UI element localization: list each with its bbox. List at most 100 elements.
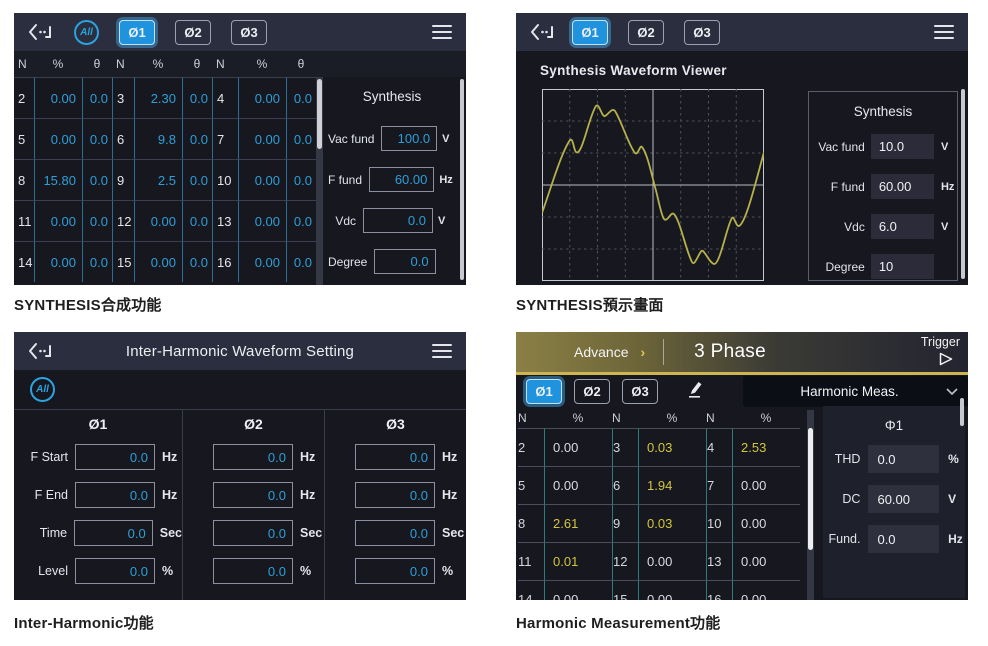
f-end-input[interactable]: 0.0 bbox=[213, 482, 293, 508]
measurement-mode-dropdown[interactable]: Harmonic Meas. bbox=[743, 376, 968, 407]
menu-button[interactable] bbox=[934, 21, 954, 43]
panel3-header-bar bbox=[14, 332, 466, 370]
cell: 3 bbox=[612, 428, 638, 466]
cell[interactable]: 0.0 bbox=[182, 118, 212, 159]
f-fund-input[interactable]: 60.00 bbox=[369, 167, 434, 192]
f-start-input[interactable]: 0.0 bbox=[355, 444, 435, 470]
table-scrollbar[interactable] bbox=[316, 77, 323, 285]
inter-harmonic-panel: Inter-Harmonic Waveform Setting All Ø1 F… bbox=[14, 332, 466, 600]
table-row: 50.000.0 69.80.0 70.000.0 bbox=[14, 118, 316, 159]
cell[interactable]: 0.00 bbox=[134, 200, 182, 241]
time-input[interactable]: 0.0 bbox=[74, 520, 153, 546]
tab-phase-1[interactable]: Ø1 bbox=[119, 20, 155, 45]
level-input[interactable]: 0.0 bbox=[355, 558, 435, 584]
cell[interactable]: 0.00 bbox=[34, 77, 82, 118]
field-row: THD 0.0 % bbox=[823, 445, 965, 473]
cell[interactable]: 0.0 bbox=[82, 77, 112, 118]
vdc-input[interactable]: 6.0 bbox=[871, 214, 934, 239]
time-input[interactable]: 0.0 bbox=[355, 520, 435, 546]
f-fund-input[interactable]: 60.00 bbox=[871, 174, 934, 199]
field-label: Level bbox=[18, 564, 68, 578]
cell[interactable]: 0.00 bbox=[238, 200, 286, 241]
cell[interactable]: 0.0 bbox=[286, 241, 316, 282]
synthesis-preview-panel: Ø1 Ø2 Ø3 Synthesis Waveform Viewer bbox=[516, 13, 968, 285]
f-end-input[interactable]: 0.0 bbox=[75, 482, 155, 508]
tab-phase-1[interactable]: Ø1 bbox=[572, 20, 608, 45]
all-phases-button[interactable]: All bbox=[74, 20, 99, 45]
cell[interactable]: 0.0 bbox=[182, 241, 212, 282]
scrollbar-thumb[interactable] bbox=[808, 428, 813, 550]
tab-phase-3[interactable]: Ø3 bbox=[231, 20, 267, 45]
cell[interactable]: 2.30 bbox=[134, 77, 182, 118]
f-start-input[interactable]: 0.0 bbox=[75, 444, 155, 470]
tab-phase-1[interactable]: Ø1 bbox=[526, 379, 562, 404]
vac-fund-input[interactable]: 10.0 bbox=[871, 134, 934, 159]
cell[interactable]: 0.00 bbox=[238, 241, 286, 282]
cell[interactable]: 0.0 bbox=[286, 159, 316, 200]
tab-phase-2[interactable]: Ø2 bbox=[574, 379, 610, 404]
cell: 2 bbox=[14, 77, 34, 118]
menu-button[interactable] bbox=[432, 340, 452, 362]
cell[interactable]: 0.0 bbox=[286, 77, 316, 118]
f-start-input[interactable]: 0.0 bbox=[213, 444, 293, 470]
cell[interactable]: 9.8 bbox=[134, 118, 182, 159]
table-scrollbar[interactable] bbox=[807, 410, 814, 600]
cell[interactable]: 0.0 bbox=[82, 118, 112, 159]
cell[interactable]: 2.5 bbox=[134, 159, 182, 200]
field-unit: Hz bbox=[442, 450, 457, 464]
cell[interactable]: 0.0 bbox=[82, 159, 112, 200]
tab-phase-3[interactable]: Ø3 bbox=[622, 379, 658, 404]
cell: 0.01 bbox=[544, 542, 612, 580]
field-label: Vac fund bbox=[815, 140, 865, 154]
cell[interactable]: 0.00 bbox=[238, 77, 286, 118]
cell: 1.94 bbox=[638, 466, 706, 504]
back-button[interactable] bbox=[28, 342, 52, 360]
trigger-play-button[interactable] bbox=[938, 352, 954, 371]
cell[interactable]: 0.00 bbox=[34, 118, 82, 159]
cell[interactable]: 0.00 bbox=[238, 159, 286, 200]
all-phases-button[interactable]: All bbox=[30, 377, 55, 402]
tab-phase-3[interactable]: Ø3 bbox=[684, 20, 720, 45]
back-button[interactable] bbox=[530, 23, 554, 41]
field-unit: V bbox=[948, 492, 965, 506]
menu-button[interactable] bbox=[432, 21, 452, 43]
f-end-input[interactable]: 0.0 bbox=[355, 482, 435, 508]
field-row: Degree 0.0 bbox=[328, 249, 456, 274]
degree-input[interactable]: 0.0 bbox=[374, 249, 435, 274]
side-scrollbar[interactable] bbox=[960, 398, 964, 426]
caption-harmonic-measurement: Harmonic Measurement功能 bbox=[516, 612, 720, 633]
advance-button[interactable]: Advance bbox=[574, 344, 628, 360]
harmonic-measurement-panel: Advance › 3 Phase Trigger Ø1 Ø2 Ø3 bbox=[516, 332, 968, 600]
side-scrollbar[interactable] bbox=[961, 89, 965, 279]
cell[interactable]: 15.80 bbox=[34, 159, 82, 200]
cell[interactable]: 0.0 bbox=[82, 200, 112, 241]
degree-input[interactable]: 10 bbox=[871, 254, 934, 279]
cell[interactable]: 0.00 bbox=[34, 200, 82, 241]
cell: 9 bbox=[112, 159, 134, 200]
cell[interactable]: 0.0 bbox=[82, 241, 112, 282]
scrollbar-thumb[interactable] bbox=[317, 79, 322, 149]
level-input[interactable]: 0.0 bbox=[213, 558, 293, 584]
field-label: Degree bbox=[328, 255, 367, 269]
vac-fund-input[interactable]: 100.0 bbox=[381, 126, 437, 151]
cell[interactable]: 0.00 bbox=[34, 241, 82, 282]
cell[interactable]: 0.0 bbox=[182, 200, 212, 241]
measurement-table: 20.00 30.03 42.53 50.00 61.94 70.00 82.6… bbox=[518, 428, 806, 600]
vdc-input[interactable]: 0.0 bbox=[363, 208, 433, 233]
cell[interactable]: 0.0 bbox=[182, 159, 212, 200]
tab-phase-2[interactable]: Ø2 bbox=[175, 20, 211, 45]
side-scrollbar[interactable] bbox=[460, 79, 464, 280]
phase-columns: Ø1 F Start 0.0 Hz F End 0.0 Hz Time 0.0 … bbox=[14, 409, 466, 600]
level-input[interactable]: 0.0 bbox=[75, 558, 155, 584]
synthesis-settings-card: Synthesis Vac fund 100.0 V F fund 60.00 … bbox=[328, 77, 456, 285]
back-button[interactable] bbox=[28, 23, 52, 41]
cell[interactable]: 0.0 bbox=[286, 200, 316, 241]
edit-button[interactable] bbox=[684, 379, 706, 404]
cell[interactable]: 0.0 bbox=[286, 118, 316, 159]
cell[interactable]: 0.00 bbox=[238, 118, 286, 159]
tab-phase-2[interactable]: Ø2 bbox=[628, 20, 664, 45]
cell: 15 bbox=[612, 580, 638, 600]
cell[interactable]: 0.00 bbox=[134, 241, 182, 282]
time-input[interactable]: 0.0 bbox=[213, 520, 293, 546]
cell[interactable]: 0.0 bbox=[182, 77, 212, 118]
